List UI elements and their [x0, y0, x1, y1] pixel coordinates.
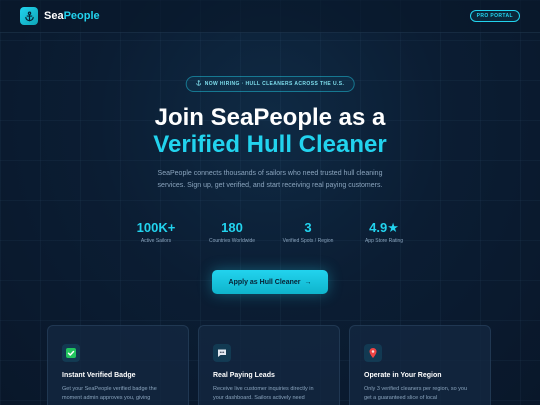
- hero-subtitle: SeaPeople connects thousands of sailors …: [157, 170, 383, 189]
- anchor-logo-icon: [20, 7, 38, 25]
- feature-cards: Instant Verified Badge Get your SeaPeopl…: [47, 325, 493, 405]
- stat-active-sailors: 100K+ Active Sailors: [118, 220, 194, 244]
- hero-title-line1: Join SeaPeople as a: [154, 104, 386, 131]
- card-text: Only 3 verified cleaners per region, so …: [364, 386, 468, 401]
- stat-label: Verified Spots / Region: [282, 238, 334, 244]
- stat-label: Countries Worldwide: [208, 238, 256, 244]
- apply-hull-cleaner-button[interactable]: Apply as Hull Cleaner →: [212, 270, 328, 294]
- anchor-icon: [196, 80, 202, 88]
- stat-countries: 180 Countries Worldwide: [194, 220, 270, 244]
- card-text: Receive live customer inquiries directly…: [213, 386, 314, 401]
- pin-icon: [364, 344, 382, 362]
- check-icon: [62, 344, 80, 362]
- stat-label: App Store Rating: [364, 238, 404, 244]
- stat-label: Active Sailors: [140, 238, 172, 244]
- card-title: Real Paying Leads: [213, 372, 275, 379]
- stat-value: 180: [221, 220, 243, 235]
- stat-app-rating: 4.9★ App Store Rating: [346, 220, 422, 244]
- stat-verified-spots: 3 Verified Spots / Region: [270, 220, 346, 244]
- brand-name-prefix: Sea: [44, 10, 64, 22]
- card-title: Instant Verified Badge: [62, 372, 136, 379]
- card-title: Operate in Your Region: [364, 372, 442, 379]
- stat-value: 4.9★: [369, 220, 399, 235]
- hero-title-line2: Verified Hull Cleaner: [153, 131, 387, 158]
- feature-card-region: Operate in Your Region Only 3 verified c…: [349, 325, 491, 405]
- feature-card-paying-leads: Real Paying Leads Receive live customer …: [198, 325, 340, 405]
- pro-portal-button[interactable]: PRO PORTAL: [469, 10, 520, 22]
- card-text: Get your SeaPeople verified badge the mo…: [62, 386, 157, 401]
- feature-card-verified-badge: Instant Verified Badge Get your SeaPeopl…: [47, 325, 189, 405]
- stat-value: 3: [304, 220, 312, 235]
- brand-name: SeaPeople: [44, 10, 100, 22]
- hiring-badge: NOW HIRING · HULL CLEANERS ACROSS THE U.…: [185, 76, 355, 92]
- brand[interactable]: SeaPeople: [20, 7, 100, 25]
- arrow-right-icon: →: [304, 278, 312, 286]
- chat-icon: [213, 344, 231, 362]
- hiring-badge-text: NOW HIRING · HULL CLEANERS ACROSS THE U.…: [204, 81, 345, 87]
- stats-row: 100K+ Active Sailors 180 Countries World…: [0, 220, 540, 244]
- brand-name-suffix: People: [63, 10, 100, 22]
- stat-value: 100K+: [136, 220, 176, 235]
- apply-button-label: Apply as Hull Cleaner: [228, 278, 301, 286]
- top-nav: SeaPeople PRO PORTAL: [0, 0, 540, 33]
